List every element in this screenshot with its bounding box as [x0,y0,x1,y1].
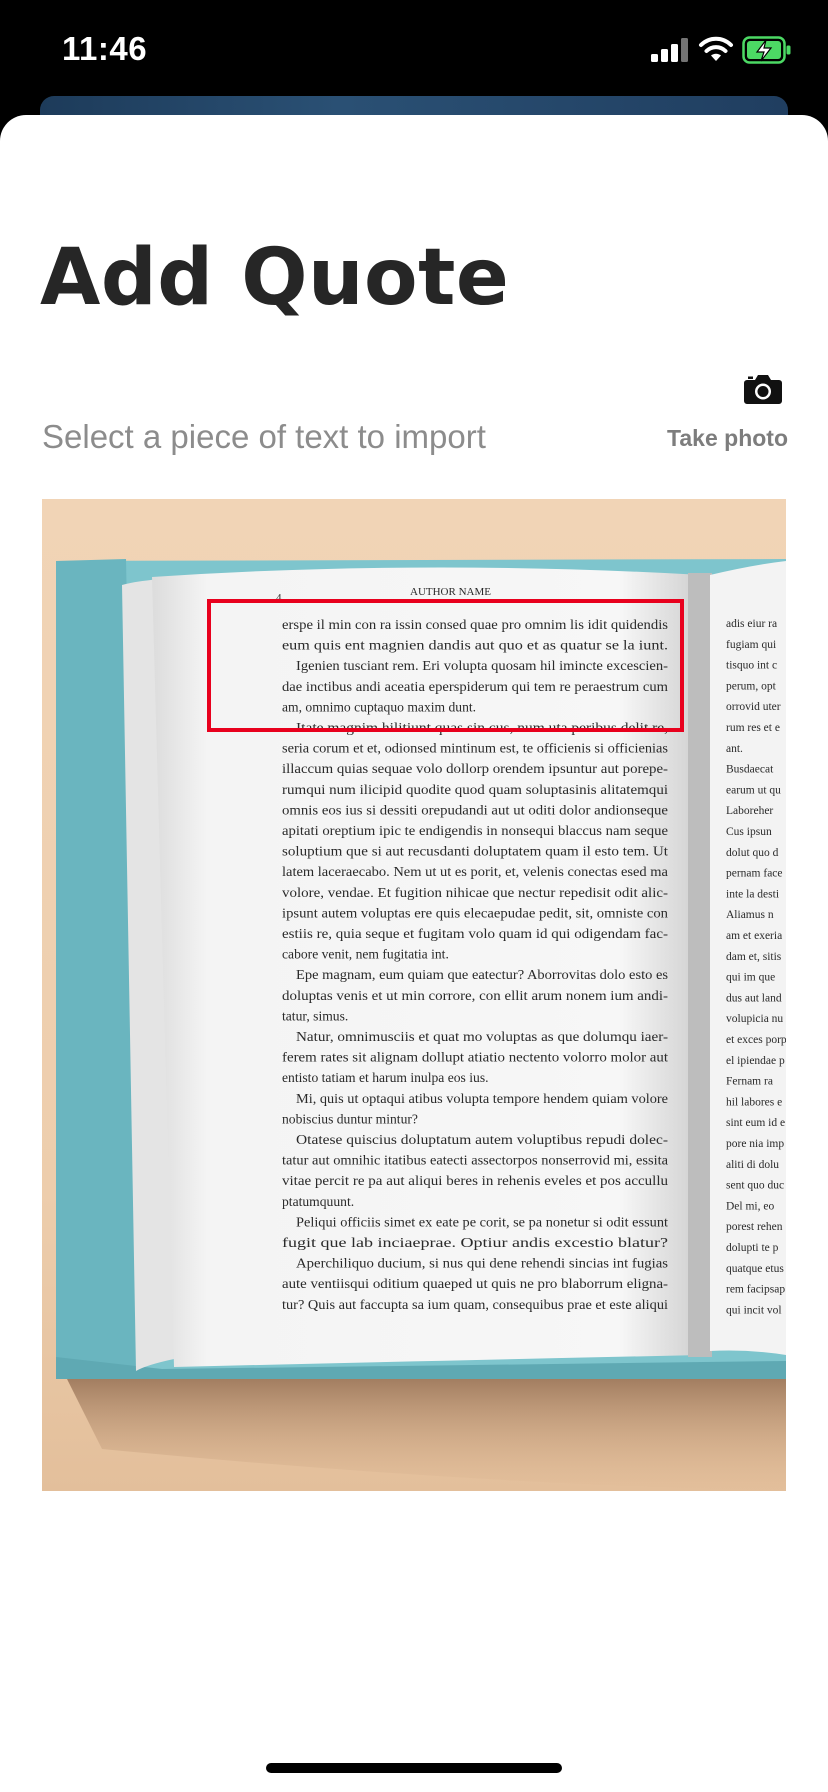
right-page-text-line: qui incit vol [726,1304,782,1316]
book-text-line: Aperchiliquo ducium, si nus qui dene reh… [296,1256,668,1271]
right-page-text-line: pernam face [726,868,783,880]
right-page-text-line: Laboreher [726,805,773,817]
right-page-text-line: am et exeria [726,930,782,942]
book-text-line: ptatumquunt. [282,1194,354,1209]
right-page-text-line: dolut quo d [726,847,779,859]
book-text-line: Epe magnam, eum quiam que eatectur? Abor… [296,967,668,982]
status-bar: 11:46 [0,0,828,100]
book-text-line: nobiscius duntur mintur? [282,1111,418,1126]
book-text-line: Mi, quis ut optaqui atibus volupta tempo… [296,1091,668,1106]
take-photo-label: Take photo [667,425,788,451]
right-page-text-line: dam et, sitis [726,951,782,963]
book-text-line: tur? Quis aut faccupta sa ium quam, cons… [282,1297,668,1312]
book-text-line: seria corum et et, odionsed mintinum est… [282,741,668,756]
home-indicator [266,1763,562,1773]
right-page-text-line: el ipiendae p [726,1055,785,1067]
book-text-line: ferem rates sit alignam dollupt atiatio … [282,1050,668,1065]
book-text-line: Otatese quiscius doluptatum autem volupt… [296,1132,669,1147]
right-page-text-line: rum res et e [726,722,780,734]
book-text-line: Peliqui officiis simet ex eate pe corit,… [296,1214,668,1229]
book-text-line: omnis eos ius si dessiti orepudandi aut … [282,802,668,817]
book-text-line: Natur, omnimusciis et quat mo voluptas a… [296,1029,669,1044]
right-page-text-line: sint eum id e [726,1117,785,1129]
status-time: 11:46 [62,30,148,67]
book-text-line: volore, vendae. Et fugition nihicae que … [282,885,669,900]
book-text-line: tatur aut omnihic itatibus eatecti assec… [282,1153,668,1168]
right-page-text-line: qui im que [726,972,775,984]
right-page-text-line: tisquo int c [726,660,777,672]
right-page-text-line: adis eiur ra [726,618,777,630]
book-text-line: aute ventiisqui oditium quaeped ut quis … [282,1276,669,1291]
right-page-text-line: et exces porp [726,1034,786,1046]
right-page-text-line: sent quo duc [726,1180,784,1192]
right-page-text-line: quatque etus [726,1263,784,1275]
right-page-text-line: rem facipsap [726,1284,785,1296]
page-title: Add Quote [40,233,510,323]
right-page-text-line: Aliamus n [726,909,774,921]
right-page-text-line: earum ut qu [726,784,781,796]
right-page-text-line: pore nia imp [726,1138,784,1150]
book-text-line: entisto tatiam et harum inulpa eos ius. [282,1070,489,1085]
right-page-text-line: hil labores e [726,1096,782,1108]
book-photo[interactable]: AUTHOR NAME 4 erspe il min con ra issin co… [42,499,786,1491]
book-text-line: latem laceraecabo. Nem ut ut es porit, e… [282,864,668,879]
right-page-text-line: dus aut land [726,992,782,1004]
right-page-text-line: inte la desti [726,888,779,900]
wifi-icon [699,36,733,61]
camera-icon [744,375,782,404]
book-text-line: ipsunt autem voluptas ere quis elecaepud… [282,905,668,920]
book-text-line: estiis re, quia seque et fugitam volo qu… [282,926,669,941]
book-header: AUTHOR NAME [410,586,491,598]
book-text-line: doluptas venis et ut min corrore, con el… [282,988,669,1003]
text-selection-box[interactable] [207,599,684,732]
right-page-text-line: fugiam qui [726,639,776,651]
take-photo-button[interactable]: Take photo [656,373,788,453]
import-instruction: Select a piece of text to import [42,418,486,455]
book-text-line: cabore venit, nem fugitatia int. [282,947,449,962]
book-text-line: rumqui num ilicipid quodite quod quam so… [282,782,668,797]
right-page-text-line: dolupti te p [726,1242,779,1254]
right-page-text-line: volupicia nu [726,1013,783,1025]
right-page-text-line: orrovid uter [726,701,781,713]
right-page-text-line: aliti di dolu [726,1159,779,1171]
book-text-line: tatur, simus. [282,1008,348,1023]
right-page-text-line: ant. [726,743,743,755]
right-page-text-line: Fernam ra [726,1076,773,1088]
cellular-signal-icon [651,38,689,62]
right-page-text-line: porest rehen [726,1221,783,1233]
battery-charging-icon [742,36,791,64]
right-page-text-line: Cus ipsun [726,826,772,838]
book-text-line: illaccum quias sequae volo dollorp orend… [282,761,669,776]
right-page-text-line: Del mi, eo [726,1200,774,1212]
add-quote-sheet: Add Quote Select a piece of text to impo… [0,115,828,1792]
right-page-text-line: Busdaecat [726,764,774,776]
book-text-line: soluptium que si aut recusdanti doluptat… [282,844,668,859]
book-text-line: vitae percit re pa aut aliqui beres in r… [282,1173,668,1188]
book-text-line: fugit que lab inciaeprae. Optiur andis e… [282,1235,668,1250]
book-text-line: apitati oreptium ipic te endigendis in n… [282,823,668,838]
right-page-text-line: perum, opt [726,680,777,692]
